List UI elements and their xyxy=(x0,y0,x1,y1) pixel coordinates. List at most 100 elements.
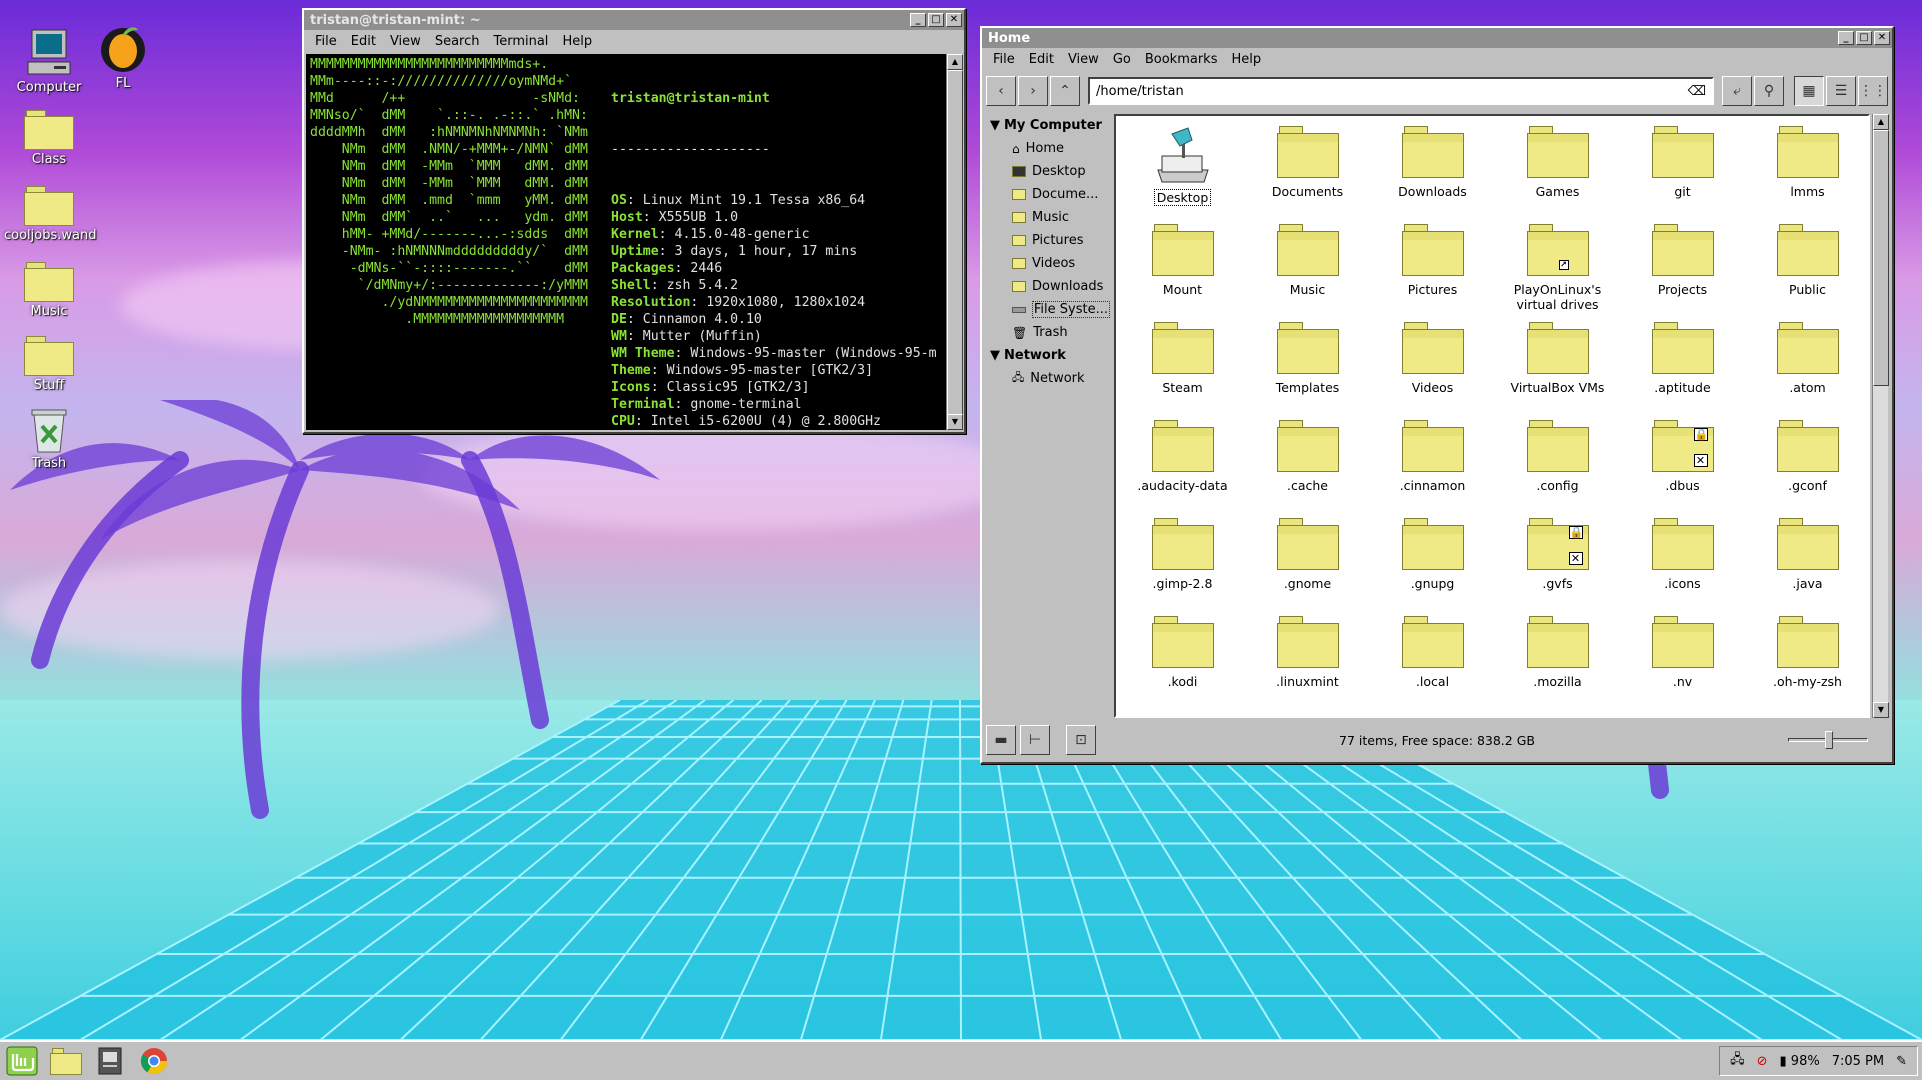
search-button[interactable]: ⚲ xyxy=(1754,76,1784,106)
file-item[interactable]: git xyxy=(1620,120,1745,218)
up-button[interactable]: ⌃ xyxy=(1050,76,1080,106)
file-item[interactable]: Mount xyxy=(1120,218,1245,316)
sidebar-section-network[interactable]: ▼ Network xyxy=(986,344,1110,367)
desktop-icon-music[interactable]: Music xyxy=(4,262,94,319)
sidebar-item-trash[interactable]: 🗑 Trash xyxy=(986,321,1110,344)
file-item[interactable]: VirtualBox VMs xyxy=(1495,316,1620,414)
clock[interactable]: 7:05 PM xyxy=(1832,1054,1884,1069)
scroll-down-arrow[interactable]: ▼ xyxy=(1873,702,1889,718)
menu-bookmarks[interactable]: Bookmarks xyxy=(1138,52,1225,67)
file-item[interactable]: .local xyxy=(1370,610,1495,708)
menu-help[interactable]: Help xyxy=(1224,52,1268,67)
menu-help[interactable]: Help xyxy=(555,34,599,49)
sidebar-item-network[interactable]: 🖧 Network xyxy=(986,367,1110,390)
file-item[interactable]: .oh-my-zsh xyxy=(1745,610,1868,708)
clear-location-icon[interactable]: ⌫ xyxy=(1688,84,1706,99)
file-item[interactable]: .cache xyxy=(1245,414,1370,512)
close-button[interactable]: ✕ xyxy=(1874,31,1890,45)
sidebar-item-home[interactable]: ⌂ Home xyxy=(986,137,1110,160)
compact-view-button[interactable]: ⋮⋮ xyxy=(1858,76,1888,106)
menu-view[interactable]: View xyxy=(383,34,428,49)
no-updates-icon[interactable]: ⊘ xyxy=(1757,1054,1768,1069)
scroll-thumb[interactable] xyxy=(947,70,963,416)
scroll-up-arrow[interactable]: ▲ xyxy=(1873,114,1889,130)
sidebar-item-music[interactable]: Music xyxy=(986,206,1110,229)
file-item[interactable]: 🔒 ✕ .gvfs xyxy=(1495,512,1620,610)
scroll-down-arrow[interactable]: ▼ xyxy=(947,414,963,430)
back-button[interactable]: ‹ xyxy=(986,76,1016,106)
desktop-icon-cooljobs[interactable]: cooljobs.wand xyxy=(4,186,96,243)
show-treeview-button[interactable]: ⊢ xyxy=(1020,725,1050,755)
file-item[interactable]: Documents xyxy=(1245,120,1370,218)
sidebar-item-videos[interactable]: Videos xyxy=(986,252,1110,275)
file-manager-window[interactable]: Home _ □ ✕ File Edit View Go Bookmarks H… xyxy=(980,26,1894,764)
file-item[interactable]: .mozilla xyxy=(1495,610,1620,708)
menu-file[interactable]: File xyxy=(308,34,344,49)
terminal-output[interactable]: MMMMMMMMMMMMMMMMMMMMMMMMMmds+. MMm----::-… xyxy=(306,54,946,430)
file-item[interactable]: .icons xyxy=(1620,512,1745,610)
file-item[interactable]: Public xyxy=(1745,218,1868,316)
menu-edit[interactable]: Edit xyxy=(344,34,383,49)
minimize-button[interactable]: _ xyxy=(1838,31,1854,45)
zoom-slider[interactable] xyxy=(1788,731,1868,749)
notification-icon[interactable]: ✎ xyxy=(1896,1054,1907,1069)
scroll-thumb[interactable] xyxy=(1873,130,1889,386)
terminal-window[interactable]: tristan@tristan-mint: ~ _ □ ✕ File Edit … xyxy=(302,8,966,434)
file-manager-titlebar[interactable]: Home _ □ ✕ xyxy=(982,28,1892,48)
minimize-button[interactable]: _ xyxy=(910,13,926,27)
file-item[interactable]: .gconf xyxy=(1745,414,1868,512)
terminal-titlebar[interactable]: tristan@tristan-mint: ~ _ □ ✕ xyxy=(304,10,964,30)
sidebar-item-pictures[interactable]: Pictures xyxy=(986,229,1110,252)
file-item[interactable]: .nv xyxy=(1620,610,1745,708)
menu-terminal[interactable]: Terminal xyxy=(486,34,555,49)
terminal-scrollbar[interactable]: ▲ ▼ xyxy=(946,54,963,430)
menu-view[interactable]: View xyxy=(1061,52,1106,67)
sidebar-section-my-computer[interactable]: ▼ My Computer xyxy=(986,114,1110,137)
launcher-terminal[interactable] xyxy=(92,1044,128,1078)
desktop-icon-trash[interactable]: Trash xyxy=(4,406,94,471)
launcher-chrome[interactable] xyxy=(136,1044,172,1078)
file-item[interactable]: .gimp-2.8 xyxy=(1120,512,1245,610)
file-item[interactable]: Templates xyxy=(1245,316,1370,414)
file-item[interactable]: Downloads xyxy=(1370,120,1495,218)
file-item[interactable]: 🔒 ✕ .dbus xyxy=(1620,414,1745,512)
scroll-up-arrow[interactable]: ▲ xyxy=(947,54,963,70)
file-item[interactable]: .audacity-data xyxy=(1120,414,1245,512)
file-item[interactable]: .config xyxy=(1495,414,1620,512)
battery-indicator[interactable]: ▮ 98% xyxy=(1780,1054,1820,1069)
file-item[interactable]: .linuxmint xyxy=(1245,610,1370,708)
desktop-icon-stuff[interactable]: Stuff xyxy=(4,336,94,393)
file-item[interactable]: ↗ PlayOnLinux's virtual drives xyxy=(1495,218,1620,316)
file-item[interactable]: .atom xyxy=(1745,316,1868,414)
sidebar-item-documents[interactable]: Docume... xyxy=(986,183,1110,206)
file-item[interactable]: Music xyxy=(1245,218,1370,316)
file-item[interactable]: Videos xyxy=(1370,316,1495,414)
close-button[interactable]: ✕ xyxy=(946,13,962,27)
file-view-scrollbar[interactable]: ▲ ▼ xyxy=(1872,114,1889,718)
file-item[interactable]: .cinnamon xyxy=(1370,414,1495,512)
file-item[interactable]: .aptitude xyxy=(1620,316,1745,414)
sidebar-item-desktop[interactable]: Desktop xyxy=(986,160,1110,183)
desktop-icon-class[interactable]: Class xyxy=(4,110,94,167)
file-item[interactable]: .gnome xyxy=(1245,512,1370,610)
file-item[interactable]: Projects xyxy=(1620,218,1745,316)
icon-view-button[interactable]: ▦ xyxy=(1794,76,1824,106)
file-item[interactable]: Pictures xyxy=(1370,218,1495,316)
file-item[interactable]: Steam xyxy=(1120,316,1245,414)
forward-button[interactable]: › xyxy=(1018,76,1048,106)
desktop-icon-fl[interactable]: FL xyxy=(78,22,168,91)
file-item[interactable]: lmms xyxy=(1745,120,1868,218)
launcher-files[interactable] xyxy=(48,1044,84,1078)
hide-sidebar-button[interactable]: ⊡ xyxy=(1066,725,1096,755)
file-item[interactable]: .kodi xyxy=(1120,610,1245,708)
file-item[interactable]: Desktop xyxy=(1120,120,1245,218)
menu-file[interactable]: File xyxy=(986,52,1022,67)
menu-button[interactable] xyxy=(4,1044,40,1078)
menu-go[interactable]: Go xyxy=(1106,52,1138,67)
menu-search[interactable]: Search xyxy=(428,34,487,49)
maximize-button[interactable]: □ xyxy=(928,13,944,27)
menu-edit[interactable]: Edit xyxy=(1022,52,1061,67)
sidebar-item-downloads[interactable]: Downloads xyxy=(986,275,1110,298)
file-item[interactable]: .gnupg xyxy=(1370,512,1495,610)
toggle-location-button[interactable]: ⤶ xyxy=(1722,76,1752,106)
